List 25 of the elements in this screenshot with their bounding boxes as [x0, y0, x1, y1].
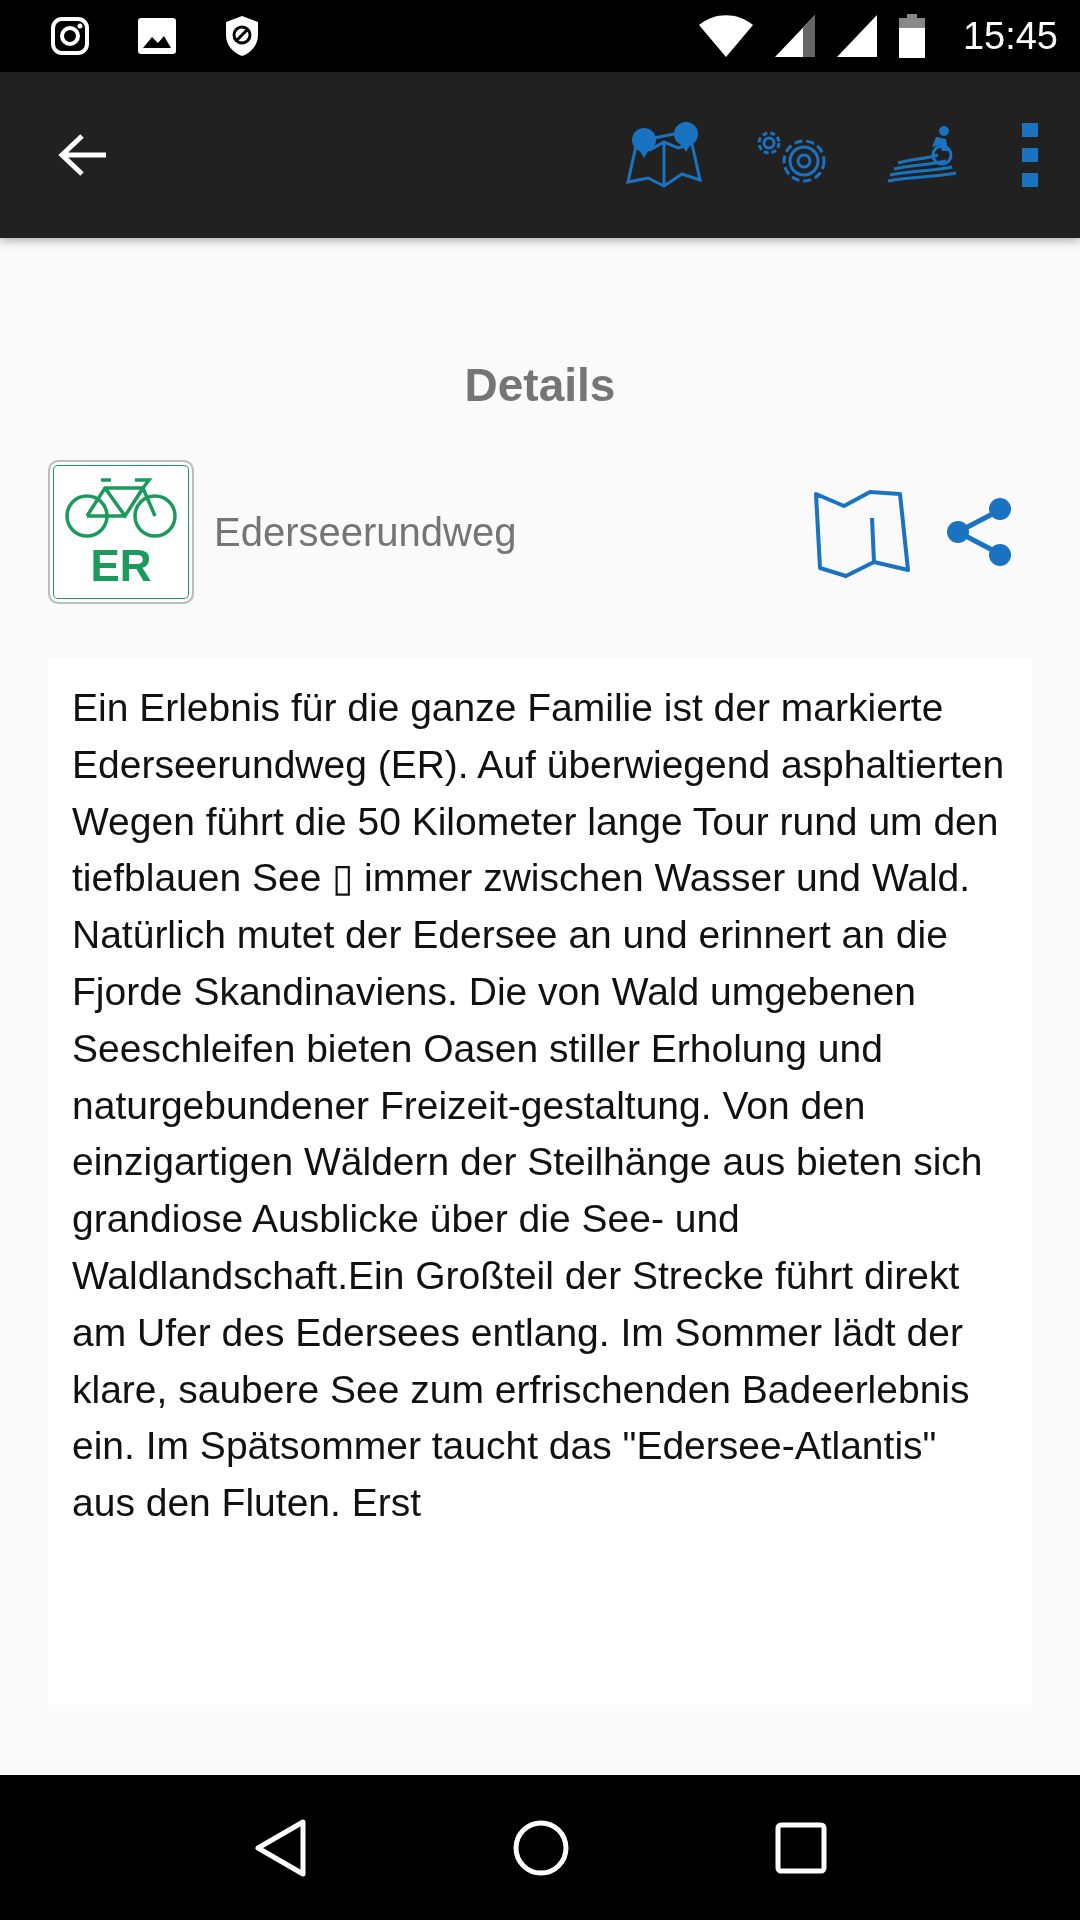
- circle-icon: [512, 1818, 570, 1877]
- route-name: Ederseerundweg: [214, 509, 518, 555]
- share-icon: [946, 498, 1012, 566]
- signal-icon: [774, 15, 815, 57]
- battery-icon: [898, 14, 925, 58]
- route-code: ER: [90, 544, 152, 588]
- map-pins-icon: [626, 122, 702, 188]
- page-title: Details: [463, 358, 617, 412]
- shield-icon: [224, 15, 260, 57]
- route-map-button[interactable]: [626, 122, 702, 188]
- bicycle-icon: [65, 476, 177, 540]
- recents-nav-button[interactable]: [775, 1821, 828, 1874]
- camera-icon: [50, 16, 90, 56]
- description-text: Ein Erlebnis für die ganze Familie ist der markierte Ederseerundweg (ER). Auf überwiegend asphaltierten Wegen führt die 50 Kilometer lange Tour rund um den tiefblauen See ▯ immer zwischen Wasser und Wald. Natürlich mutet der Edersee an und erinnert an die Fjorde Skandinaviens. Die von Wald umgebenen Seeschleifen bieten Oasen stiller Erholung und naturgebundener Freizeit-gestaltung. Von den einzigartigen Wäldern der Steilhänge aus bieten sich grandiose Ausblicke über die See- und Waldlandschaft.Ein Großteil der Strecke führt direkt am Ufer des Edersees entlang. Im Sommer lädt der klare, saubere See zum erfrischenden Badeerlebnis ein. Im Spätsommer taucht das "Edersee-Atlantis" aus den Fluten. Erst: [72, 685, 1006, 1527]
- image-icon: [138, 18, 176, 54]
- share-button[interactable]: [946, 498, 1012, 566]
- square-icon: [775, 1821, 828, 1874]
- back-arrow-icon: [58, 133, 108, 177]
- signal-icon: [836, 15, 877, 57]
- home-nav-button[interactable]: [512, 1818, 570, 1877]
- back-nav-button[interactable]: [252, 1817, 307, 1878]
- back-button[interactable]: [58, 133, 108, 177]
- clock-time: 15:45: [962, 14, 1058, 58]
- triangle-icon: [252, 1817, 307, 1878]
- wifi-icon: [698, 15, 753, 57]
